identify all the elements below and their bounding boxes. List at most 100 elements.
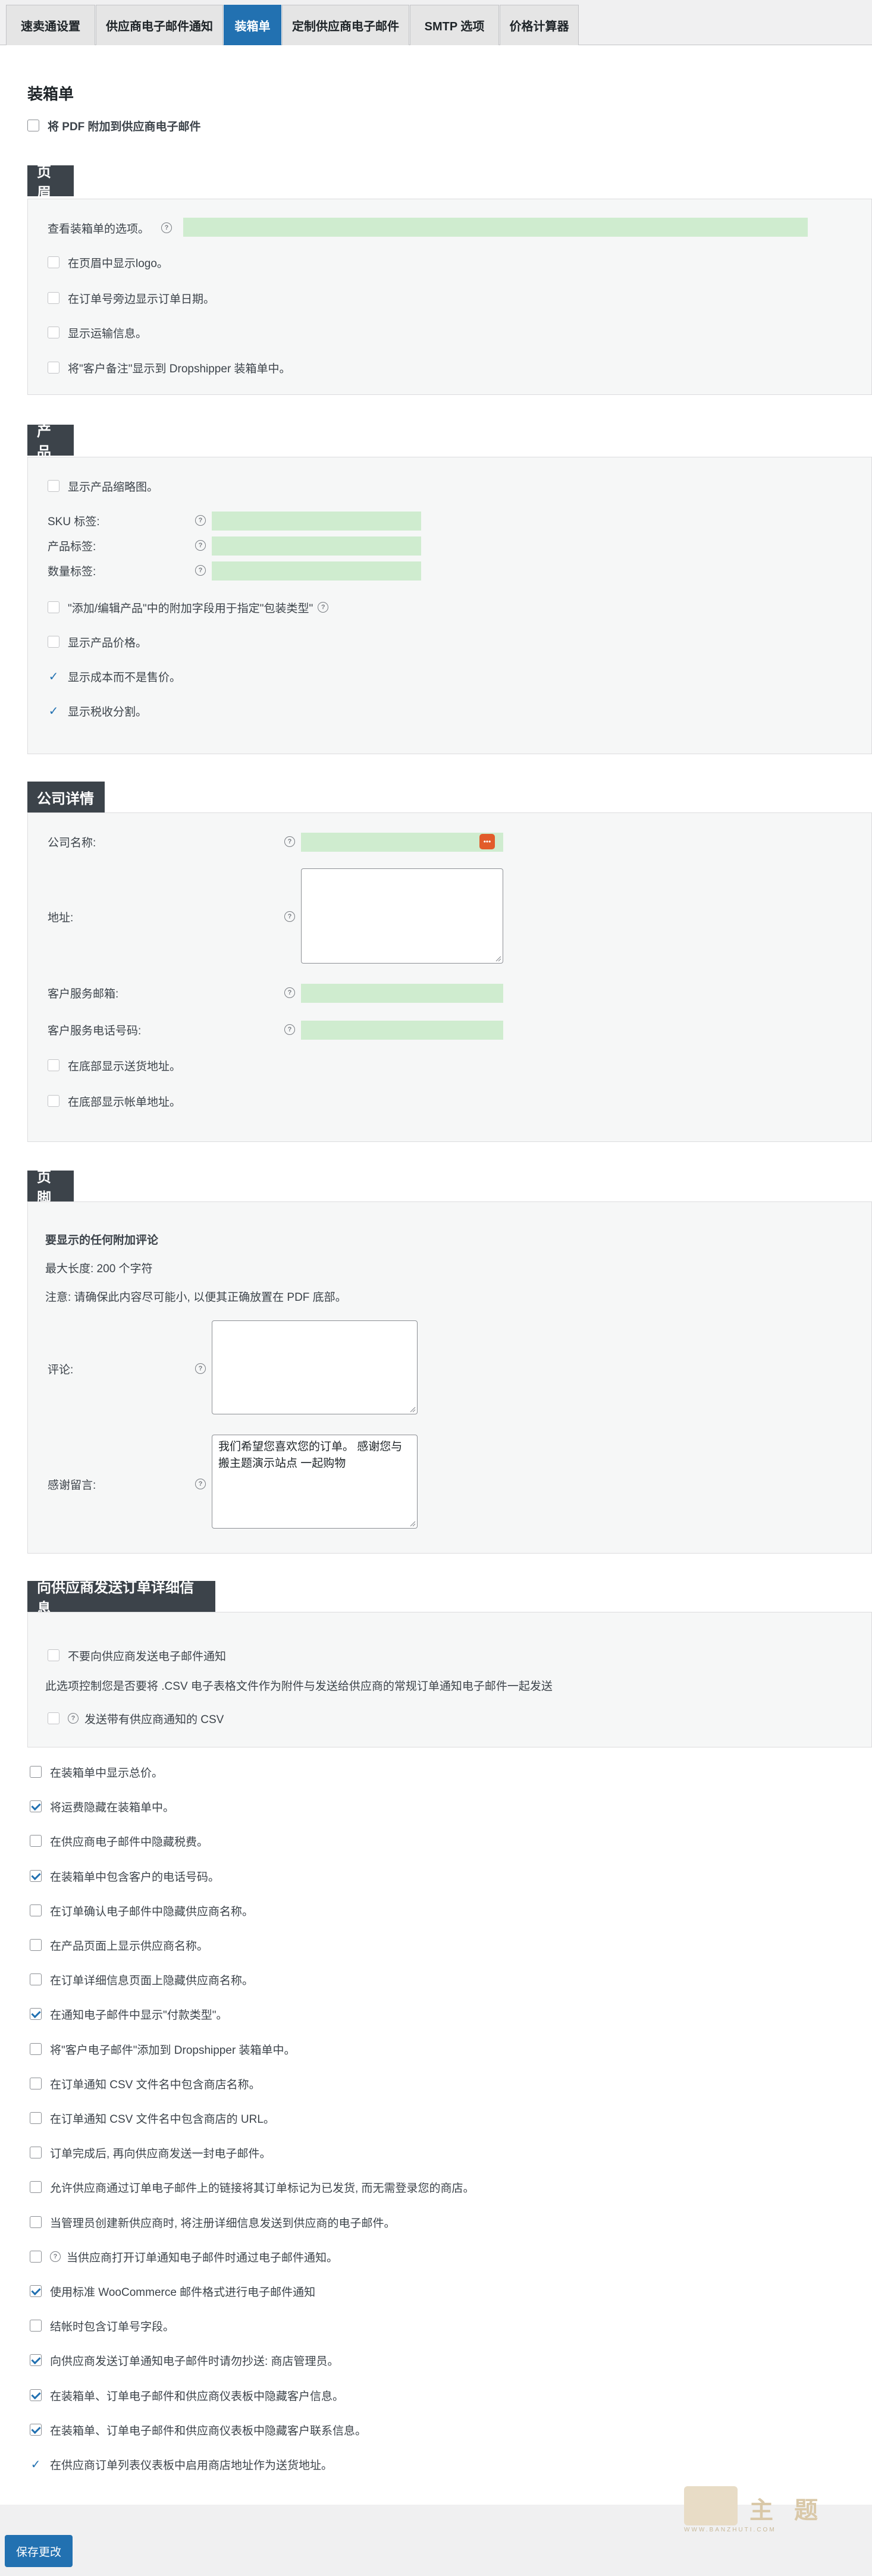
checkbox[interactable] [48,480,59,492]
setting-option[interactable]: 当管理员创建新供应商时, 将注册详细信息发送到供应商的电子邮件。 [30,2213,396,2231]
tab-aliexpress-settings[interactable]: 速卖通设置 [6,5,95,45]
setting-option[interactable]: 向供应商发送订单通知电子邮件时请勿抄送: 商店管理员。 [30,2351,339,2369]
header-option[interactable]: 在页眉中显示logo。 [48,253,168,271]
help-icon[interactable]: ? [68,1713,79,1724]
checkbox[interactable] [48,256,59,268]
help-icon[interactable]: ? [50,2251,61,2262]
setting-option[interactable]: 使用标准 WooCommerce 邮件格式进行电子邮件通知 [30,2282,315,2300]
setting-checkbox[interactable] [30,2147,42,2158]
checkbox[interactable] [48,292,59,304]
checkbox[interactable] [48,327,59,338]
setting-checkbox[interactable] [30,1973,42,1985]
setting-checkbox[interactable] [30,1904,42,1916]
setting-option[interactable]: 在订单确认电子邮件中隐藏供应商名称。 [30,1902,253,1919]
setting-option[interactable]: 结帐时包含订单号字段。 [30,2317,174,2335]
help-icon[interactable]: ? [195,1479,206,1489]
header-options-input[interactable] [183,218,808,237]
send-csv-option[interactable]: ? 发送带有供应商通知的 CSV [48,1709,224,1727]
setting-checkbox[interactable] [30,1939,42,1951]
checkmark-icon[interactable]: ✓ [30,2457,42,2472]
setting-option[interactable]: 在通知电子邮件中显示"付款类型"。 [30,2005,228,2023]
setting-option[interactable]: 订单完成后, 再向供应商发送一封电子邮件。 [30,2144,271,2161]
help-icon[interactable]: ? [195,515,206,526]
checkbox[interactable] [48,636,59,648]
setting-option[interactable]: 在装箱单、订单电子邮件和供应商仪表板中隐藏客户联系信息。 [30,2421,366,2439]
setting-option[interactable]: 在订单详细信息页面上隐藏供应商名称。 [30,1971,253,1988]
sku-label-input[interactable] [212,512,421,531]
comment-textarea[interactable] [212,1320,418,1414]
help-icon[interactable]: ? [161,222,172,233]
setting-option[interactable]: ✓ 在供应商订单列表仪表板中启用商店地址作为送货地址。 [30,2455,333,2473]
header-option[interactable]: 在订单号旁边显示订单日期。 [48,289,215,307]
help-icon[interactable]: ? [284,911,295,922]
setting-checkbox[interactable] [30,2216,42,2228]
setting-checkbox[interactable] [30,2320,42,2332]
setting-option[interactable]: 将运费隐藏在装箱单中。 [30,1797,174,1815]
setting-checkbox[interactable] [30,1870,42,1882]
qty-label-input[interactable] [212,561,421,581]
footer-billing-option[interactable]: 在底部显示帐单地址。 [48,1092,181,1110]
resize-grip-icon[interactable] [409,1520,416,1527]
help-icon[interactable]: ? [195,565,206,576]
checkbox[interactable] [48,1059,59,1071]
tab-price-calculator[interactable]: 价格计算器 [500,5,579,45]
resize-grip-icon[interactable] [494,955,501,962]
tax-split-option[interactable]: ✓ 显示税收分割。 [48,702,147,720]
extra-field-option[interactable]: "添加/编辑产品"中的附加字段用于指定"包装类型" ? [48,598,329,616]
setting-option[interactable]: 在供应商电子邮件中隐藏税费。 [30,1832,208,1850]
setting-checkbox[interactable] [30,2181,42,2193]
help-icon[interactable]: ? [195,540,206,551]
tab-custom-supplier-email[interactable]: 定制供应商电子邮件 [282,5,409,45]
setting-option[interactable]: ? 当供应商打开订单通知电子邮件时通过电子邮件通知。 [30,2248,338,2266]
setting-checkbox[interactable] [30,2078,42,2089]
checkbox[interactable] [48,1095,59,1107]
checkbox[interactable] [48,1712,59,1724]
header-option[interactable]: 显示运输信息。 [48,324,147,341]
checkbox[interactable] [48,601,59,613]
tab-packing-slip[interactable]: 装箱单 [224,5,281,45]
setting-checkbox[interactable] [30,2043,42,2055]
setting-checkbox[interactable] [30,2389,42,2401]
setting-checkbox[interactable] [30,2285,42,2297]
address-textarea[interactable] [301,868,503,964]
service-phone-input[interactable] [301,1021,503,1040]
help-icon[interactable]: ? [284,1024,295,1035]
resize-grip-icon[interactable] [409,1405,416,1413]
setting-option[interactable]: 在订单通知 CSV 文件名中包含商店的 URL。 [30,2109,275,2127]
setting-checkbox[interactable] [30,1766,42,1778]
show-price-option[interactable]: 显示产品价格。 [48,633,147,651]
service-email-input[interactable] [301,984,503,1003]
checkmark-icon[interactable]: ✓ [48,669,59,684]
setting-checkbox[interactable] [30,2112,42,2124]
checkmark-icon[interactable]: ✓ [48,704,59,718]
cost-not-price-option[interactable]: ✓ 显示成本而不是售价。 [48,667,181,685]
autofill-icon[interactable]: ••• [479,834,495,849]
setting-option[interactable]: 在装箱单中包含客户的电话号码。 [30,1867,219,1885]
setting-option[interactable]: 在订单通知 CSV 文件名中包含商店名称。 [30,2075,261,2092]
attach-pdf-checkbox[interactable] [27,120,39,131]
checkbox[interactable] [48,1649,59,1661]
setting-checkbox[interactable] [30,2424,42,2436]
setting-checkbox[interactable] [30,2354,42,2366]
thanks-textarea[interactable]: 我们希望您喜欢您的订单。 感谢您与 搬主题演示站点 一起购物 [212,1435,418,1529]
save-changes-button[interactable]: 保存更改 [5,2535,73,2567]
no-email-option[interactable]: 不要向供应商发送电子邮件通知 [48,1646,226,1664]
setting-checkbox[interactable] [30,1800,42,1812]
company-name-input[interactable] [301,833,503,852]
footer-shipping-option[interactable]: 在底部显示送货地址。 [48,1056,181,1074]
header-option[interactable]: 将"客户备注"显示到 Dropshipper 装箱单中。 [48,359,291,376]
setting-option[interactable]: 在装箱单中显示总价。 [30,1763,163,1781]
tab-smtp-options[interactable]: SMTP 选项 [410,5,499,45]
show-thumbnail-option[interactable]: 显示产品缩略图。 [48,477,158,495]
product-label-input[interactable] [212,536,421,556]
help-icon[interactable]: ? [284,987,295,998]
setting-checkbox[interactable] [30,2251,42,2263]
tab-supplier-email-notice[interactable]: 供应商电子邮件通知 [96,5,223,45]
help-icon[interactable]: ? [195,1363,206,1374]
checkbox[interactable] [48,362,59,374]
setting-checkbox[interactable] [30,1835,42,1847]
attach-pdf-option[interactable]: 将 PDF 附加到供应商电子邮件 [27,117,201,134]
help-icon[interactable]: ? [284,836,295,847]
setting-option[interactable]: 允许供应商通过订单电子邮件上的链接将其订单标记为已发货, 而无需登录您的商店。 [30,2178,475,2196]
setting-option[interactable]: 在装箱单、订单电子邮件和供应商仪表板中隐藏客户信息。 [30,2386,344,2404]
